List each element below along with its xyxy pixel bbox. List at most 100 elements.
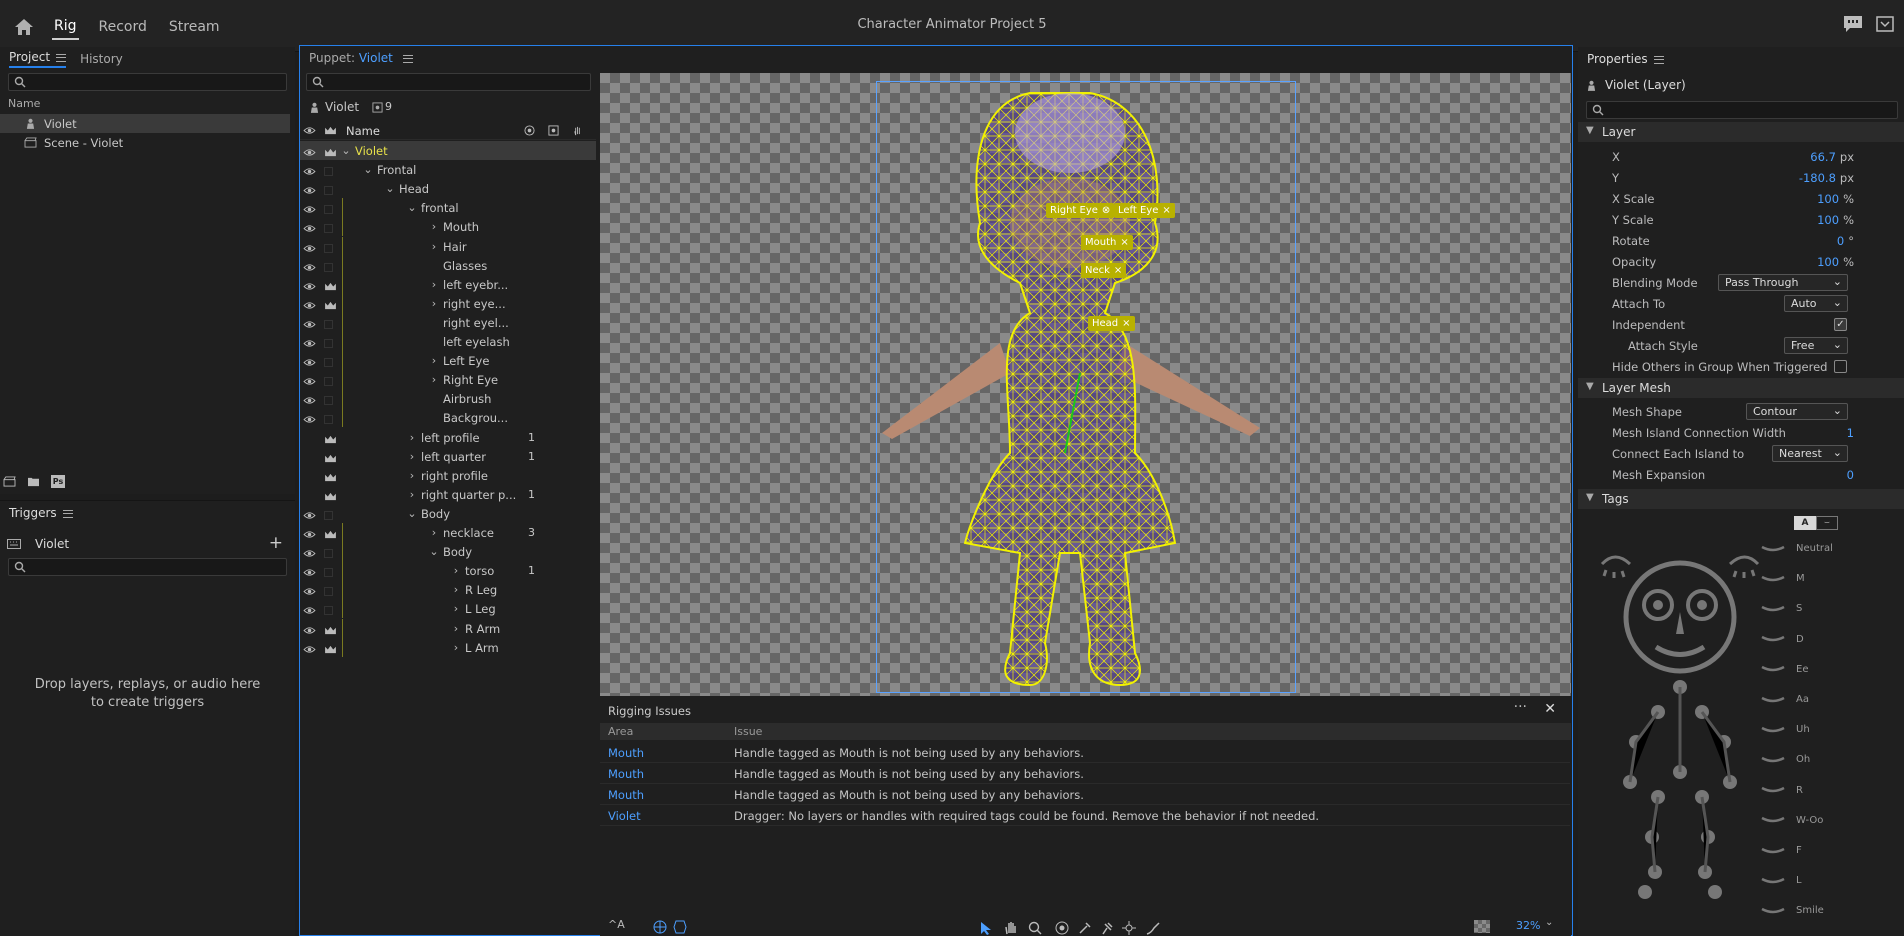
eye-icon[interactable] [303,624,316,638]
tag-item[interactable]: Smile [1760,905,1824,916]
crown-icon[interactable] [324,184,333,198]
issue-area-link[interactable]: Mouth [608,788,644,802]
crown-icon[interactable] [324,242,333,256]
mesh-view-icon[interactable] [653,920,667,934]
handle-head[interactable]: Head × [1088,316,1135,331]
eye-icon[interactable] [303,261,316,275]
stage-canvas[interactable]: Right Eye ⊗ Left Eye × Mouth × Neck × Head × [600,73,1571,696]
eye-icon[interactable] [303,146,316,160]
independent-checkbox[interactable]: ✓ [1834,318,1847,331]
eye-icon[interactable] [303,528,316,542]
prop-rotate-value[interactable]: 0 ° [1837,234,1854,248]
crown-icon[interactable] [324,471,337,485]
stick-tool-icon[interactable] [1146,921,1160,935]
project-item-violet[interactable]: Violet [0,114,290,133]
crown-icon[interactable] [324,394,333,408]
text-view-button[interactable]: A [1794,516,1816,530]
crown-icon[interactable] [324,203,333,217]
layer-row[interactable]: ⌄ Head [300,179,596,198]
layer-row[interactable]: left eyelash [300,332,596,351]
tag-item[interactable]: Neutral [1760,543,1833,554]
crown-icon[interactable] [324,356,333,370]
crown-icon[interactable] [324,585,333,599]
new-scene-icon[interactable] [3,476,16,487]
layer-row[interactable]: › Hair [300,236,596,256]
chevron-icon[interactable]: › [406,469,418,482]
layer-row[interactable]: ⌄ Body [300,504,596,523]
triggers-search[interactable] [8,558,287,576]
layer-row[interactable]: Airbrush [300,389,596,409]
section-layer[interactable]: ▼ Layer [1578,122,1904,142]
eye-icon[interactable] [303,604,316,618]
prop-mesh-expansion-value[interactable]: 0 [1847,468,1854,482]
eye-icon[interactable] [303,337,316,351]
close-icon[interactable]: ✕ [1544,701,1556,717]
chevron-icon[interactable]: › [450,622,462,635]
visual-view-button[interactable]: ⌣ [1816,516,1838,530]
crown-icon[interactable] [324,509,333,523]
prop-island-width-value[interactable]: 1 [1847,426,1854,440]
layer-row[interactable]: › right profile [300,466,596,485]
photoshop-icon[interactable]: Ps [51,475,65,488]
section-layer-mesh[interactable]: ▼ Layer Mesh [1578,378,1904,398]
tab-history[interactable]: History [80,52,123,66]
prop-y-scale-value[interactable]: 100% [1817,213,1854,227]
chevron-icon[interactable]: ⌄ [406,201,418,214]
chevron-icon[interactable]: › [450,641,462,654]
panel-menu-icon[interactable] [1653,55,1664,64]
new-folder-icon[interactable] [27,476,40,487]
crown-icon[interactable] [324,547,333,561]
puppet-name[interactable]: Violet [359,51,393,65]
eye-icon[interactable] [303,280,316,294]
issue-row[interactable]: Mouth Handle tagged as Mouth is not being… [600,742,1570,763]
text-tool-icon[interactable]: ^A [608,918,625,931]
tag-item[interactable]: Ee [1760,664,1808,675]
crown-icon[interactable] [324,413,333,427]
connect-island-select[interactable]: Nearest ⌄ [1772,445,1848,462]
crown-icon[interactable] [324,528,337,542]
crown-icon[interactable] [324,146,337,160]
crown-icon[interactable] [324,318,333,332]
prop-x-value[interactable]: 66.7 px [1810,150,1854,164]
issue-row[interactable]: Mouth Handle tagged as Mouth is not being… [600,784,1570,805]
eye-icon[interactable] [303,585,316,599]
panel-menu-icon[interactable] [62,509,73,518]
project-item-scene[interactable]: Scene - Violet [0,133,290,152]
layer-row[interactable]: › Mouth [300,217,596,237]
hand-tool-icon[interactable] [1004,921,1018,935]
handle-mouth[interactable]: Mouth × [1081,235,1133,250]
mesh-shape-select[interactable]: Contour ⌄ [1746,403,1848,420]
handle-neck[interactable]: Neck × [1081,263,1127,278]
issue-area-link[interactable]: Violet [608,809,641,823]
dragger-tool-icon[interactable] [1122,921,1136,935]
attach-to-select[interactable]: Auto ⌄ [1784,295,1848,312]
section-tags[interactable]: ▼ Tags [1578,489,1904,509]
attach-style-select[interactable]: Free ⌄ [1784,337,1848,354]
crown-icon[interactable] [324,490,337,504]
crown-icon[interactable] [324,604,333,618]
crown-icon[interactable] [324,452,337,466]
crown-icon[interactable] [324,299,337,313]
panel-menu-icon[interactable] [402,54,413,63]
fullscreen-icon[interactable] [1876,16,1894,32]
layer-row[interactable]: ⌄ Body [300,542,596,562]
project-search[interactable] [8,73,287,91]
eye-icon[interactable] [303,318,316,332]
layer-row[interactable]: ⌄ Violet [300,141,596,160]
issue-area-link[interactable]: Mouth [608,767,644,781]
zoom-level[interactable]: 32% [1516,919,1540,932]
chevron-icon[interactable]: ⌄ [340,144,352,157]
more-options-icon[interactable]: ··· [1514,699,1527,715]
issue-area-link[interactable]: Mouth [608,746,644,760]
crown-icon[interactable] [324,337,333,351]
chevron-icon[interactable]: › [450,583,462,596]
zoom-dropdown-icon[interactable]: ⌄ [1545,917,1553,928]
tag-item[interactable]: Aa [1760,694,1809,705]
chevron-icon[interactable]: › [428,373,440,386]
eye-icon[interactable] [303,242,316,256]
tab-project[interactable]: Project [9,50,67,68]
eye-icon[interactable] [303,547,316,561]
handle-tool-icon[interactable] [1100,921,1114,935]
feedback-icon[interactable] [1842,14,1864,34]
tag-item[interactable]: D [1760,634,1804,645]
